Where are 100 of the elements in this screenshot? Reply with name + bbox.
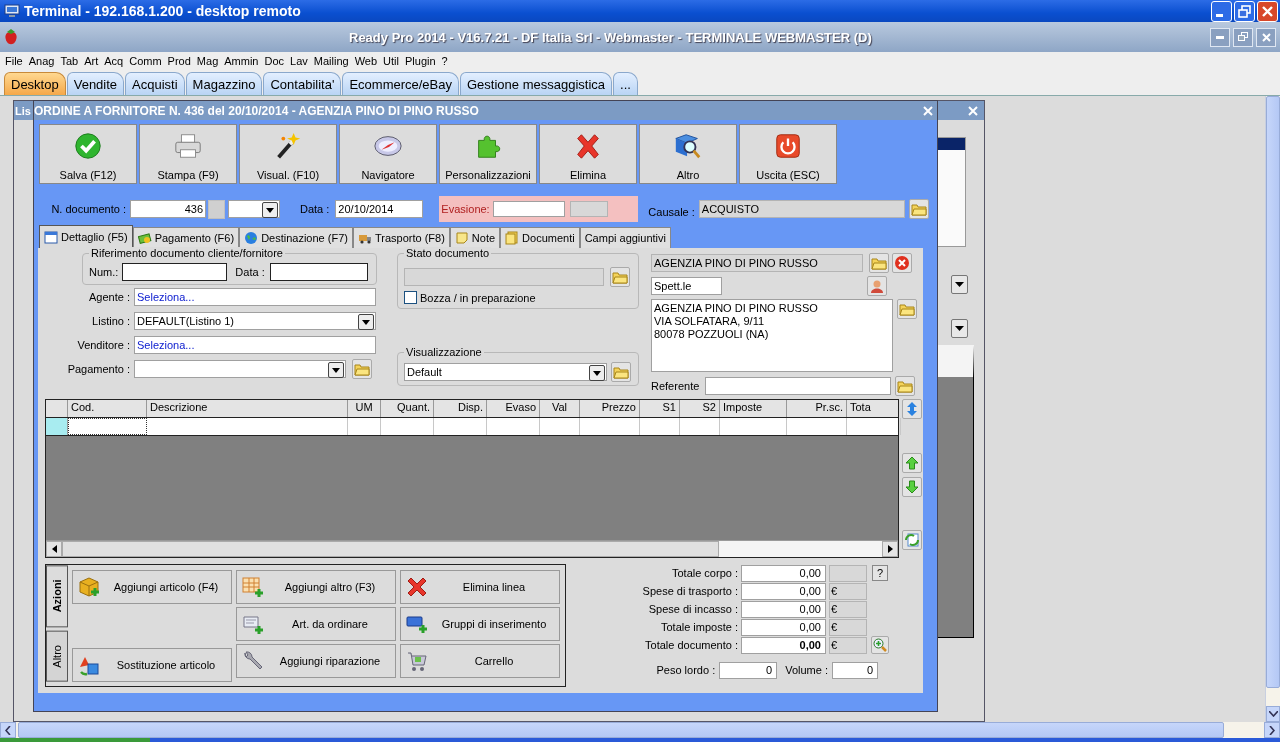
maximize-button[interactable]	[1234, 0, 1255, 22]
menu-item[interactable]: Web	[353, 55, 383, 67]
column-header[interactable]: Pr.sc.	[787, 400, 847, 417]
module-tab[interactable]: Desktop	[4, 72, 66, 95]
module-tab[interactable]: ...	[613, 72, 638, 95]
menu-item[interactable]: Util	[382, 55, 404, 67]
module-tab[interactable]: Vendite	[66, 72, 125, 95]
folder-button[interactable]	[908, 199, 929, 219]
help-button[interactable]: ?	[872, 565, 888, 581]
weight-field[interactable]: 0	[719, 661, 778, 679]
toolbar-button[interactable]: Salva (F12)	[39, 124, 137, 184]
toolbar-button[interactable]: Navigatore	[339, 124, 437, 184]
volume-field[interactable]: 0	[832, 661, 878, 679]
table-cell[interactable]	[68, 418, 147, 435]
close-icon[interactable]	[968, 105, 978, 116]
scroll-down-button[interactable]	[1266, 706, 1280, 722]
column-header[interactable]: Val	[540, 400, 580, 417]
menu-item[interactable]: Comm	[128, 55, 167, 67]
toolbar-button[interactable]: Elimina	[539, 124, 637, 184]
contact-field[interactable]	[705, 377, 891, 395]
module-tab[interactable]: Gestione messaggistica	[460, 72, 612, 95]
column-header[interactable]: Tota	[847, 400, 901, 417]
action-button[interactable]: Gruppi di inserimento	[400, 607, 560, 641]
side-tab[interactable]: Azioni	[46, 565, 68, 628]
action-button[interactable]: Aggiungi altro (F3)	[236, 570, 396, 604]
address-box[interactable]: AGENZIA PINO DI PINO RUSSO VIA SOLFATARA, 9/11 80078 POZZUOLI (NA)	[651, 299, 893, 372]
column-header[interactable]: Cod.	[68, 400, 147, 417]
folder-button[interactable]	[610, 267, 630, 287]
detail-tab[interactable]: Dettaglio (F5)	[39, 225, 133, 248]
action-button[interactable]: Elimina linea	[400, 570, 560, 604]
reference-number-field[interactable]	[122, 263, 228, 281]
column-header[interactable]: Quant.	[381, 400, 434, 417]
scroll-left-button[interactable]	[46, 541, 62, 557]
dropdown-field[interactable]	[134, 360, 346, 378]
detail-tab[interactable]: Campi aggiuntivi	[579, 227, 671, 248]
detail-tab[interactable]: Destinazione (F7)	[239, 227, 353, 248]
menu-item[interactable]: Mailing	[312, 55, 354, 67]
contact-button[interactable]	[867, 276, 887, 296]
toolbar-button[interactable]: Altro	[639, 124, 737, 184]
folder-button[interactable]	[895, 376, 915, 396]
menu-item[interactable]: ?	[440, 55, 453, 67]
toolbar-button[interactable]: Visual. (F10)	[239, 124, 337, 184]
series-dropdown[interactable]	[228, 200, 280, 218]
restore-button[interactable]	[1233, 27, 1253, 47]
column-header[interactable]: S1	[640, 400, 680, 417]
detail-tab[interactable]: Documenti	[500, 227, 580, 248]
menu-item[interactable]: File	[4, 55, 28, 67]
reference-date-field[interactable]	[269, 263, 368, 281]
scroll-right-button[interactable]	[1264, 722, 1280, 738]
zoom-button[interactable]	[871, 636, 889, 654]
action-button[interactable]: Carrello	[400, 644, 560, 678]
column-header[interactable]: Disp.	[434, 400, 487, 417]
column-header[interactable]: Evaso	[487, 400, 540, 417]
side-tab[interactable]: Altro	[46, 631, 68, 682]
date-field[interactable]: 20/10/2014	[335, 200, 424, 218]
menu-item[interactable]: Prod	[166, 55, 196, 67]
column-header[interactable]: UM	[348, 400, 381, 417]
module-tab[interactable]: Acquisti	[125, 72, 185, 95]
toolbar-button[interactable]: Stampa (F9)	[139, 124, 237, 184]
folder-button[interactable]	[352, 359, 372, 379]
view-dropdown[interactable]: Default	[404, 363, 607, 381]
close-icon[interactable]	[923, 105, 933, 116]
folder-button[interactable]	[611, 362, 631, 382]
folder-button[interactable]	[897, 299, 917, 319]
dropdown-button[interactable]	[951, 275, 968, 294]
menu-item[interactable]: Lav	[289, 55, 313, 67]
salutation-field[interactable]: Spett.le	[651, 277, 722, 295]
action-button[interactable]: Aggiungi articolo (F4)	[72, 570, 232, 604]
column-header[interactable]: Prezzo	[580, 400, 640, 417]
scroll-left-button[interactable]	[0, 722, 16, 738]
menu-item[interactable]: Doc	[263, 55, 290, 67]
menu-item[interactable]: Mag	[195, 55, 224, 67]
spin-button[interactable]	[208, 199, 225, 219]
move-up-button[interactable]	[902, 453, 922, 473]
evasion-field[interactable]	[492, 201, 565, 217]
action-button[interactable]: Aggiungi riparazione	[236, 644, 396, 678]
folder-button[interactable]	[869, 253, 889, 273]
dropdown-button[interactable]	[951, 319, 968, 338]
scroll-right-button[interactable]	[882, 541, 898, 557]
module-tab[interactable]: Contabilita'	[263, 72, 342, 95]
move-down-button[interactable]	[902, 477, 922, 497]
number-field[interactable]: 436	[130, 200, 206, 218]
remove-button[interactable]	[892, 253, 912, 273]
detail-tab[interactable]: Trasporto (F8)	[352, 227, 450, 248]
column-header[interactable]: Imposte	[720, 400, 787, 417]
menu-item[interactable]: Acq	[103, 55, 129, 67]
menu-item[interactable]: Plugin	[404, 55, 441, 67]
action-button[interactable]: Art. da ordinare	[236, 607, 396, 641]
close-button[interactable]	[1256, 27, 1276, 47]
selection-field[interactable]: Seleziona...	[134, 288, 376, 306]
module-tab[interactable]: Ecommerce/eBay	[342, 72, 459, 95]
column-header[interactable]: Descrizione	[147, 400, 348, 417]
action-button[interactable]: Sostituzione articolo	[72, 648, 232, 682]
menu-item[interactable]: Ammin	[223, 55, 264, 67]
menu-item[interactable]: Tab	[59, 55, 84, 67]
row-indicator[interactable]	[46, 418, 68, 435]
selection-field[interactable]: Seleziona...	[134, 336, 376, 354]
menu-item[interactable]: Anag	[27, 55, 60, 67]
toolbar-button[interactable]: Personalizzazioni	[439, 124, 537, 184]
column-header[interactable]: S2	[680, 400, 720, 417]
